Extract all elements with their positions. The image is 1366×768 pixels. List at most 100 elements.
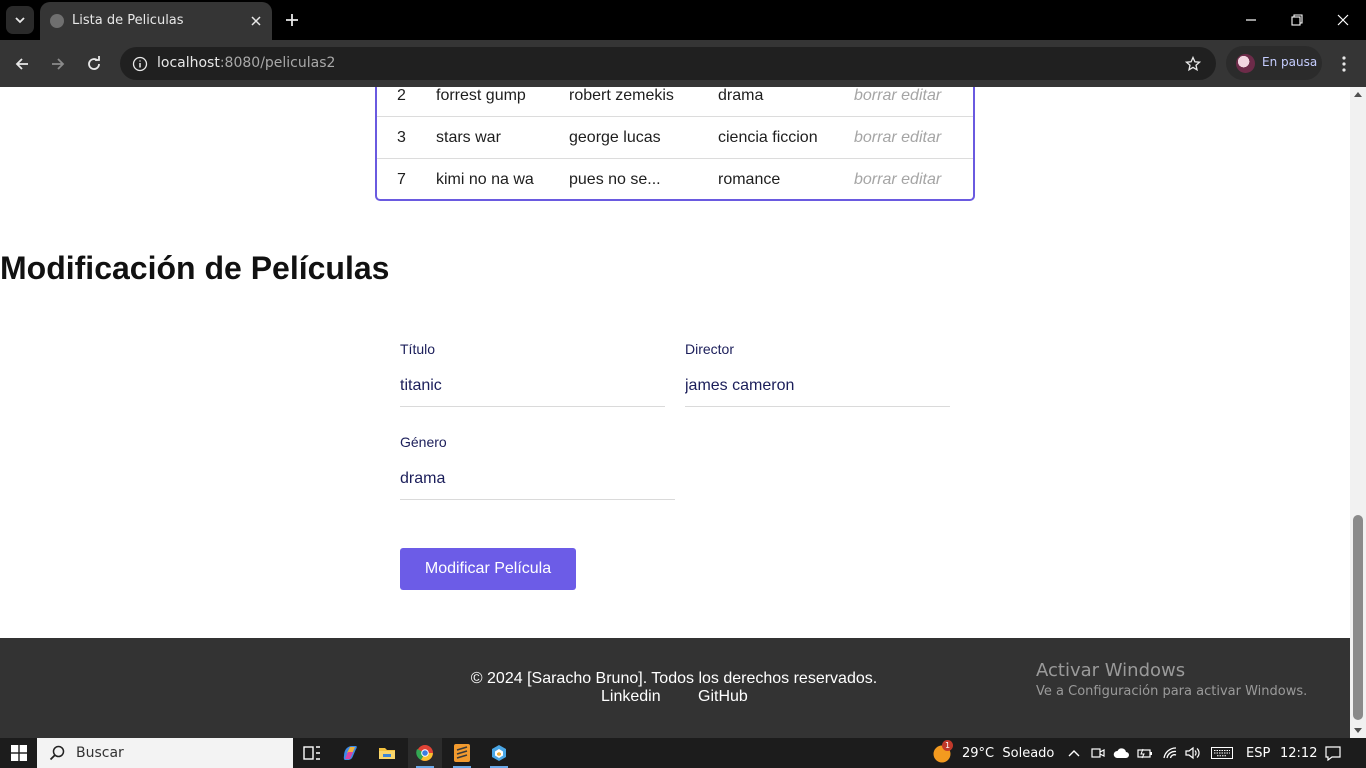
battery-icon[interactable] bbox=[1137, 745, 1153, 761]
scrollbar-thumb[interactable] bbox=[1353, 515, 1363, 720]
browser-titlebar: Lista de Peliculas bbox=[0, 0, 1366, 40]
edit-link[interactable]: editar bbox=[901, 87, 941, 104]
more-vertical-icon bbox=[1342, 56, 1346, 72]
tab-close-button[interactable] bbox=[246, 11, 266, 31]
sublime-text-icon bbox=[454, 744, 470, 762]
url-text[interactable]: localhost:8080/peliculas2 bbox=[157, 55, 335, 71]
clock[interactable]: 12:12 bbox=[1280, 738, 1317, 768]
genre-field: Género bbox=[400, 434, 675, 501]
table-row: 2 forrest gump robert zemekis drama borr… bbox=[377, 87, 973, 117]
activation-title: Activar Windows bbox=[1036, 660, 1186, 681]
weather-badge: 1 bbox=[942, 740, 953, 751]
close-icon bbox=[251, 16, 261, 26]
cell-director: robert zemekis bbox=[569, 87, 674, 104]
copilot-app[interactable] bbox=[333, 738, 367, 768]
taskbar: Buscar 1 29°C Soleado ESP 12:12 bbox=[0, 738, 1366, 768]
restore-button[interactable] bbox=[1274, 0, 1320, 40]
delete-link[interactable]: borrar bbox=[854, 87, 897, 104]
title-input[interactable] bbox=[400, 365, 665, 407]
forward-button[interactable] bbox=[44, 50, 72, 78]
search-placeholder: Buscar bbox=[76, 745, 124, 761]
chevron-down-icon bbox=[15, 17, 25, 24]
minimize-button[interactable] bbox=[1228, 0, 1274, 40]
address-bar[interactable]: localhost:8080/peliculas2 bbox=[120, 47, 1216, 80]
row-actions: borrar editar bbox=[854, 87, 941, 105]
cell-title: kimi no na wa bbox=[436, 171, 534, 188]
window-close-button[interactable] bbox=[1320, 0, 1366, 40]
genre-input[interactable] bbox=[400, 458, 675, 500]
director-field: Director bbox=[685, 341, 950, 408]
modify-movie-button[interactable]: Modificar Película bbox=[400, 548, 576, 590]
meet-camera-icon[interactable] bbox=[1090, 745, 1106, 761]
browser-menu-button[interactable] bbox=[1330, 50, 1358, 78]
taskbar-search[interactable]: Buscar bbox=[37, 738, 293, 768]
keyboard-icon[interactable] bbox=[1210, 745, 1234, 761]
delete-link[interactable]: borrar bbox=[854, 129, 897, 146]
site-info-icon[interactable] bbox=[128, 52, 152, 76]
cell-genre: romance bbox=[718, 171, 781, 188]
cell-title: stars war bbox=[436, 129, 501, 146]
table-row: 7 kimi no na wa pues no se... romance bo… bbox=[377, 159, 973, 201]
cell-director: pues no se... bbox=[569, 171, 661, 188]
copilot-icon bbox=[343, 746, 357, 760]
folder-icon bbox=[379, 748, 395, 759]
volume-icon[interactable] bbox=[1185, 745, 1201, 761]
weather-widget[interactable]: 1 29°C Soleado bbox=[932, 738, 1054, 768]
scroll-down-icon[interactable] bbox=[1354, 728, 1362, 733]
scroll-up-icon[interactable] bbox=[1354, 92, 1362, 97]
delete-link[interactable]: borrar bbox=[854, 171, 897, 188]
arrow-right-icon bbox=[52, 58, 65, 70]
task-view-icon bbox=[303, 746, 320, 760]
start-button[interactable] bbox=[4, 738, 34, 768]
task-view-button[interactable] bbox=[295, 738, 329, 768]
movies-table: 2 forrest gump robert zemekis drama borr… bbox=[375, 87, 975, 201]
linkedin-link[interactable]: Linkedin bbox=[601, 688, 661, 706]
title-field: Título bbox=[400, 341, 665, 408]
globe-icon bbox=[50, 14, 64, 28]
title-label: Título bbox=[400, 341, 436, 357]
minimize-icon bbox=[1246, 19, 1256, 21]
genre-label: Género bbox=[400, 434, 447, 450]
page-scrollbar[interactable] bbox=[1350, 87, 1366, 738]
notifications-icon[interactable] bbox=[1325, 745, 1341, 761]
bookmark-star-icon[interactable] bbox=[1182, 53, 1204, 75]
profile-button[interactable]: En pausa bbox=[1226, 46, 1322, 80]
cell-director: george lucas bbox=[569, 129, 661, 146]
chrome-app[interactable] bbox=[408, 738, 442, 768]
close-icon bbox=[1337, 14, 1349, 26]
new-tab-button[interactable] bbox=[280, 8, 304, 32]
director-input[interactable] bbox=[685, 365, 950, 407]
cell-id: 2 bbox=[397, 87, 406, 104]
language-indicator[interactable]: ESP bbox=[1246, 738, 1270, 768]
edit-link[interactable]: editar bbox=[901, 129, 941, 146]
db-app[interactable] bbox=[482, 738, 516, 768]
file-explorer-app[interactable] bbox=[370, 738, 404, 768]
search-icon bbox=[49, 745, 65, 761]
chrome-icon bbox=[416, 745, 433, 761]
director-label: Director bbox=[685, 341, 735, 357]
page-viewport: 2 forrest gump robert zemekis drama borr… bbox=[0, 87, 1350, 738]
edit-link[interactable]: editar bbox=[901, 171, 941, 188]
tab-search-button[interactable] bbox=[6, 6, 34, 34]
chevron-up-icon[interactable] bbox=[1066, 745, 1082, 761]
profile-status: En pausa bbox=[1262, 55, 1318, 69]
arrow-left-icon bbox=[15, 58, 28, 70]
row-actions: borrar editar bbox=[854, 129, 941, 147]
windows-logo-icon bbox=[11, 745, 27, 761]
cell-title: forrest gump bbox=[436, 87, 526, 104]
avatar bbox=[1236, 54, 1255, 73]
wifi-icon[interactable] bbox=[1162, 745, 1178, 761]
reload-button[interactable] bbox=[80, 50, 108, 78]
cell-genre: drama bbox=[718, 87, 764, 104]
cell-genre: ciencia ficcion bbox=[718, 129, 818, 146]
page-title: Modificación de Películas bbox=[0, 250, 390, 286]
row-actions: borrar editar bbox=[854, 171, 941, 189]
back-button[interactable] bbox=[8, 50, 36, 78]
weather-text: 29°C Soleado bbox=[962, 745, 1055, 761]
github-link[interactable]: GitHub bbox=[698, 688, 748, 706]
onedrive-cloud-icon[interactable] bbox=[1113, 745, 1129, 761]
sublime-text-app[interactable] bbox=[445, 738, 479, 768]
browser-tab[interactable]: Lista de Peliculas bbox=[40, 2, 272, 40]
tab-title: Lista de Peliculas bbox=[72, 13, 184, 28]
cell-id: 7 bbox=[397, 171, 406, 188]
